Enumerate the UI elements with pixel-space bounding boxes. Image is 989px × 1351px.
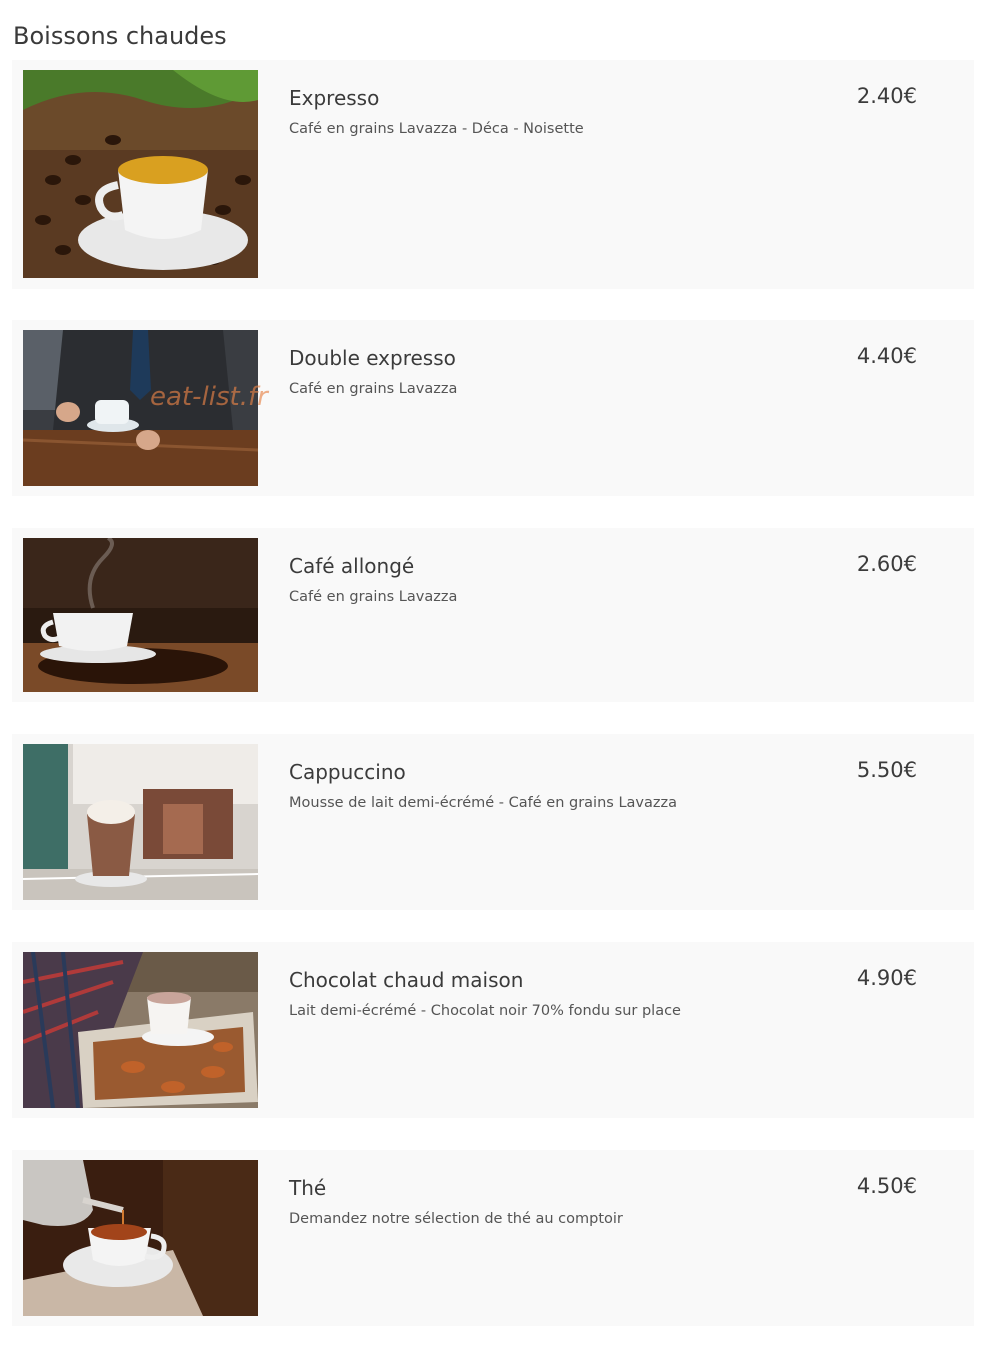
item-description: Mousse de lait demi-écrémé - Café en gra…: [289, 795, 677, 811]
item-name: Chocolat chaud maison: [289, 968, 524, 992]
item-description: Demandez notre sélection de thé au compt…: [289, 1211, 623, 1227]
item-price: 2.60€: [856, 552, 917, 576]
item-description: Lait demi-écrémé - Chocolat noir 70% fon…: [289, 1003, 681, 1019]
menu-item-cappuccino[interactable]: Cappuccino Mousse de lait demi-écrémé - …: [12, 734, 974, 910]
cappuccino-photo: [23, 744, 258, 900]
item-description: Café en grains Lavazza: [289, 589, 458, 605]
menu-item-cafe-allonge[interactable]: Café allongé Café en grains Lavazza 2.60…: [12, 528, 974, 702]
item-name: Café allongé: [289, 554, 415, 578]
item-description: Café en grains Lavazza - Déca - Noisette: [289, 121, 584, 137]
section-title: Boissons chaudes: [13, 22, 227, 50]
item-price: 2.40€: [856, 84, 917, 108]
double-expresso-photo: [23, 330, 258, 486]
expresso-photo: [23, 70, 258, 278]
menu-item-chocolat-chaud[interactable]: Chocolat chaud maison Lait demi-écrémé -…: [12, 942, 974, 1118]
menu-item-the[interactable]: Thé Demandez notre sélection de thé au c…: [12, 1150, 974, 1326]
item-price: 4.90€: [856, 966, 917, 990]
menu-item-expresso[interactable]: Expresso Café en grains Lavazza - Déca -…: [12, 60, 974, 289]
cafe-allonge-photo: [23, 538, 258, 692]
menu-item-double-expresso[interactable]: Double expresso Café en grains Lavazza 4…: [12, 320, 974, 496]
item-name: Cappuccino: [289, 760, 406, 784]
item-name: Double expresso: [289, 346, 456, 370]
item-price: 4.50€: [856, 1174, 917, 1198]
chocolat-chaud-photo: [23, 952, 258, 1108]
item-price: 5.50€: [856, 758, 917, 782]
item-price: 4.40€: [856, 344, 917, 368]
item-description: Café en grains Lavazza: [289, 381, 458, 397]
item-name: Expresso: [289, 86, 380, 110]
the-photo: [23, 1160, 258, 1316]
item-name: Thé: [289, 1176, 327, 1200]
